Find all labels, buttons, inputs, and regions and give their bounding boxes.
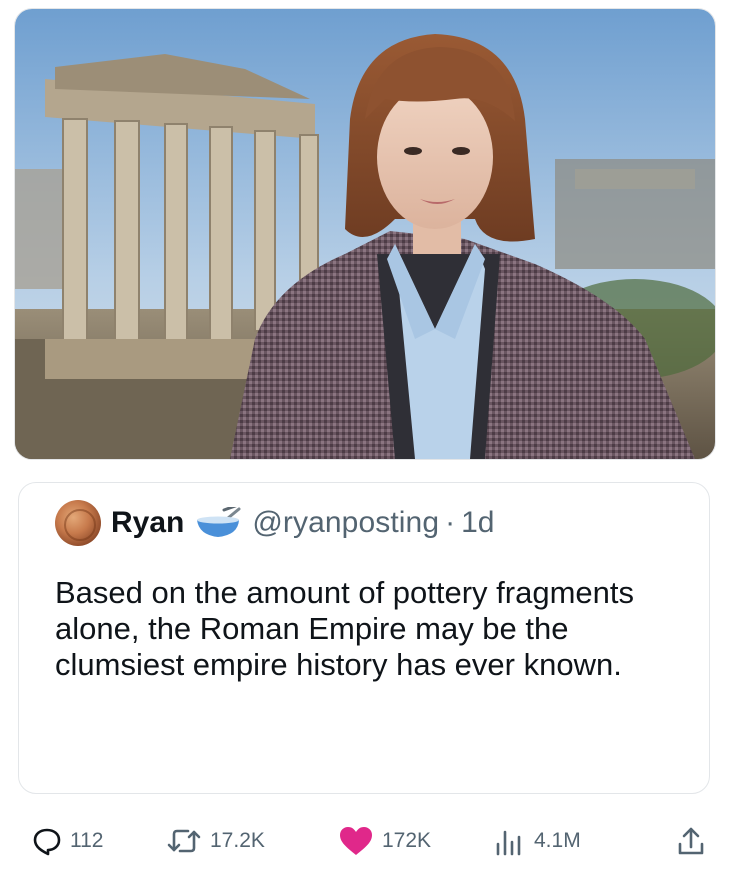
bowl-with-spoon-icon: [197, 507, 241, 537]
quoted-tweet[interactable]: Ryan @ryanposting · 1d Based on the amou…: [18, 482, 710, 794]
like-button[interactable]: 172K: [338, 818, 431, 864]
separator-dot: ·: [445, 506, 456, 539]
photo-roman-forum-portrait: [15, 9, 715, 459]
share-icon: [678, 827, 704, 855]
views-count: 4.1M: [534, 829, 581, 852]
reply-icon: [33, 828, 61, 856]
views-button[interactable]: 4.1M: [494, 818, 581, 864]
views-chart-icon: [496, 830, 521, 856]
reply-count: 112: [70, 829, 104, 852]
tweet-text: Based on the amount of pottery fragments…: [55, 575, 635, 682]
repost-button[interactable]: 17.2K: [166, 818, 265, 864]
display-name[interactable]: Ryan: [111, 506, 184, 540]
user-handle[interactable]: @ryanposting: [252, 506, 439, 540]
avatar[interactable]: [55, 500, 101, 546]
tweet-action-bar: 112 17.2K 172K 4.1M: [0, 806, 741, 876]
repost-icon: [167, 829, 201, 853]
reply-button[interactable]: 112: [32, 818, 103, 864]
heart-icon: [340, 827, 372, 855]
repost-count: 17.2K: [210, 829, 265, 852]
media-photo[interactable]: [14, 8, 716, 460]
share-button[interactable]: [676, 818, 706, 864]
timestamp[interactable]: 1d: [461, 506, 494, 540]
tweet-header: Ryan @ryanposting · 1d: [55, 499, 495, 547]
like-count: 172K: [382, 829, 432, 852]
